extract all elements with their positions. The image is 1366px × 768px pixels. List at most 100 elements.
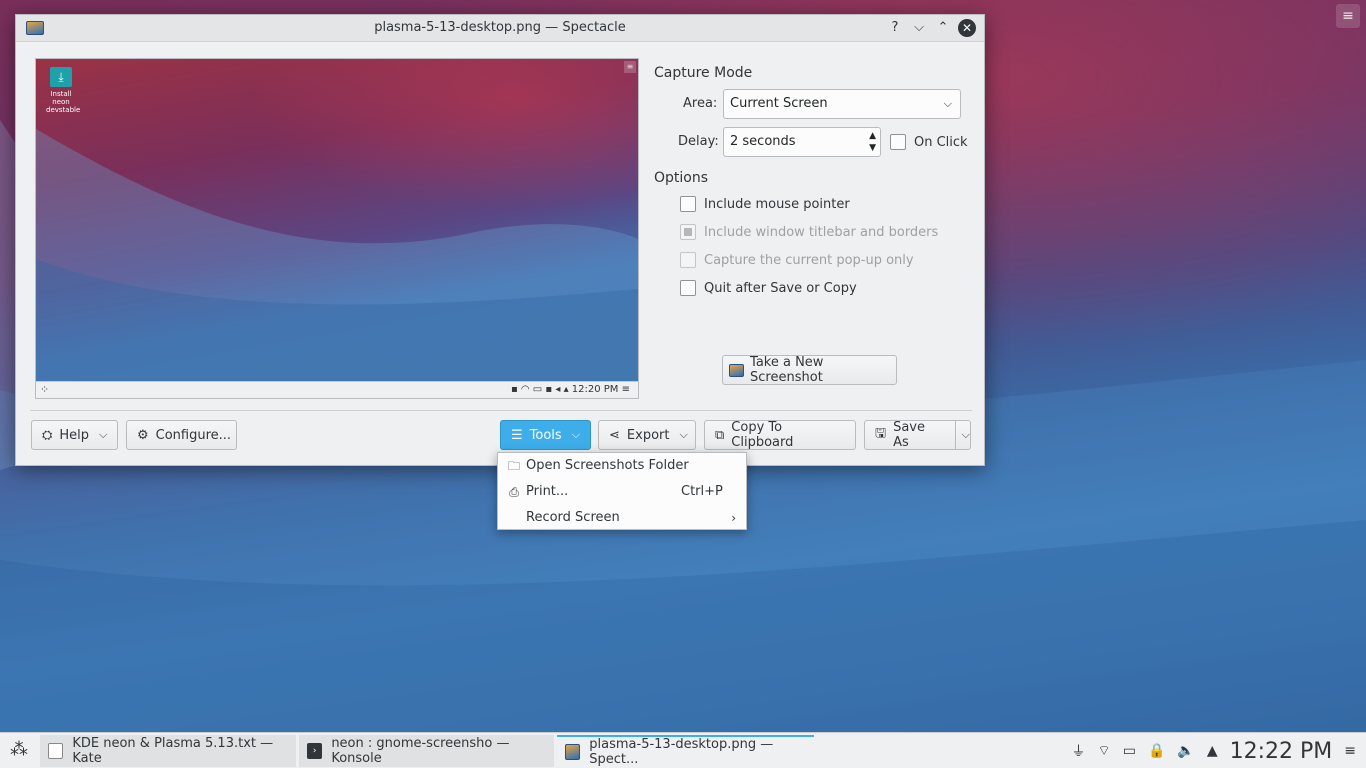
lock-icon[interactable]: 🔒 [1148, 743, 1165, 759]
take-screenshot-button[interactable]: Take a New Screenshot [722, 355, 897, 385]
folder-icon: 🗀 [507, 459, 520, 473]
menu-item-record-screen[interactable]: Record Screen › [498, 505, 746, 531]
popup-only-label: Capture the current pop-up only [704, 252, 914, 268]
battery-icon[interactable]: ▭ [1123, 743, 1136, 759]
lifebuoy-icon: ⛭ [42, 427, 53, 443]
kate-icon [48, 743, 64, 759]
maximize-icon[interactable]: ⌃ [934, 19, 952, 37]
panel-menu-icon[interactable]: ≡ [1344, 743, 1356, 759]
chevron-down-icon[interactable]: ⌵ [572, 428, 580, 442]
preview-desktop: ⤓ Install neon devstable ≡ [36, 59, 638, 381]
popup-only-checkbox [680, 252, 696, 268]
area-label: Area: [683, 96, 718, 111]
delay-spinbox[interactable]: 2 seconds ▲ ▼ [723, 127, 881, 157]
area-select-value: Current Screen [730, 96, 828, 111]
desktop-toolbox-icon[interactable]: ≡ [1336, 4, 1360, 28]
quit-after-save-checkbox[interactable] [680, 280, 696, 296]
export-label: Export [626, 427, 670, 443]
chevron-down-icon[interactable]: ⌵ [99, 428, 107, 442]
preview-launcher-icon: ⁘ [40, 383, 50, 396]
screenshot-preview[interactable]: ⤓ Install neon devstable ≡ ⁘ ▪ ◠ ▭ ▪ ◂ ▴… [35, 58, 639, 399]
taskbar: ⁂ KDE neon & Plasma 5.13.txt — Kate › ne… [0, 732, 1366, 768]
menu-item-open-folder[interactable]: 🗀 Open Screenshots Folder [498, 453, 746, 479]
mouse-pointer-checkbox[interactable] [680, 196, 696, 212]
take-screenshot-label: Take a New Screenshot [750, 355, 824, 385]
delay-value: 2 seconds [730, 134, 796, 149]
tools-menu: 🗀 Open Screenshots Folder ⎙ Print... Ctr… [497, 452, 747, 530]
area-select[interactable]: Current Screen ⌵ [723, 89, 961, 119]
copy-to-clipboard-button[interactable]: ⧉ Copy To Clipboard [704, 420, 856, 450]
on-click-option[interactable]: On Click [890, 134, 968, 150]
spectacle-icon [729, 363, 745, 377]
configure-label: Configure... [155, 427, 232, 443]
tools-button[interactable]: ☰ Tools ⌵ [500, 420, 591, 450]
on-click-checkbox[interactable] [890, 134, 906, 150]
spectacle-window: plasma-5-13-desktop.png — Spectacle ? ⌵ … [15, 14, 985, 466]
printer-icon: ⎙ [509, 485, 519, 499]
task-label: KDE neon & Plasma 5.13.txt — Kate [72, 736, 274, 766]
chevron-down-icon[interactable]: ⌵ [679, 428, 687, 442]
preview-panel: ⁘ ▪ ◠ ▭ ▪ ◂ ▴ 12:20 PM ≡ [36, 381, 638, 398]
export-button[interactable]: ⋖ Export ⌵ [598, 420, 696, 450]
titlebar-borders-checkbox [680, 224, 696, 240]
preview-desktop-icon: ⤓ Install neon devstable [46, 67, 80, 114]
task-konsole[interactable]: › neon : gnome-screensho — Konsole [299, 735, 554, 767]
menu-item-shortcut: Ctrl+P [681, 484, 723, 499]
volume-icon[interactable]: 🔈 [1177, 743, 1194, 759]
system-tray: ⏚ ⌔ ▭ 🔒 🔈 ▲ 12:22 PM ≡ [1072, 733, 1356, 768]
preview-icon-label: Install neon devstable [46, 90, 81, 114]
preview-tray: ▪ ◠ ▭ ▪ ◂ ▴ 12:20 PM ≡ [510, 384, 630, 395]
expand-tray-icon[interactable]: ▲ [1207, 743, 1218, 759]
menu-item-label: Record Screen [526, 510, 620, 525]
konsole-icon: › [307, 743, 323, 759]
divider [30, 410, 972, 411]
menu-icon: ☰ [511, 427, 523, 443]
spin-arrows-icon[interactable]: ▲ ▼ [869, 130, 876, 154]
option-popup-only: Capture the current pop-up only [680, 252, 914, 268]
wifi-icon[interactable]: ⌔ [1098, 742, 1111, 760]
save-icon: 🖫 [875, 426, 887, 441]
chevron-down-icon[interactable]: ⌵ [954, 421, 970, 449]
preview-clock: 12:20 PM [571, 384, 619, 395]
window-title: plasma-5-13-desktop.png — Spectacle [374, 20, 626, 35]
save-as-label: Save As [893, 420, 925, 450]
option-titlebar-borders: Include window titlebar and borders [680, 224, 938, 240]
mouse-pointer-label: Include mouse pointer [704, 196, 850, 212]
on-click-label: On Click [914, 134, 968, 150]
delay-label: Delay: [678, 134, 719, 149]
chevron-right-icon: › [731, 511, 736, 525]
close-icon[interactable]: ✕ [958, 19, 976, 37]
task-spectacle[interactable]: plasma-5-13-desktop.png — Spect... [557, 735, 814, 767]
menu-item-print[interactable]: ⎙ Print... Ctrl+P [498, 479, 746, 505]
task-label: neon : gnome-screensho — Konsole [331, 736, 510, 766]
configure-button[interactable]: ⚙ Configure... [126, 420, 237, 450]
preview-toolbox-icon: ≡ [624, 61, 636, 73]
application-launcher-icon[interactable]: ⁂ [6, 739, 32, 763]
minimize-icon[interactable]: ⌵ [910, 19, 928, 37]
share-icon: ⋖ [609, 427, 620, 443]
clock[interactable]: 12:22 PM [1230, 739, 1333, 764]
copy-label: Copy To Clipboard [731, 420, 794, 450]
help-icon[interactable]: ? [886, 19, 904, 37]
tools-label: Tools [529, 427, 562, 443]
menu-item-label: Open Screenshots Folder [526, 458, 689, 473]
options-heading: Options [654, 170, 709, 186]
help-label: Help [59, 427, 90, 443]
help-button[interactable]: ⛭ Help ⌵ [31, 420, 118, 450]
option-quit-after-save[interactable]: Quit after Save or Copy [680, 280, 857, 296]
configure-icon: ⚙ [137, 427, 149, 443]
capture-mode-heading: Capture Mode [654, 65, 753, 81]
chevron-down-icon: ⌵ [943, 97, 952, 110]
usb-icon[interactable]: ⏚ [1072, 741, 1086, 761]
menu-item-label: Print... [526, 484, 569, 499]
titlebar-borders-label: Include window titlebar and borders [704, 224, 939, 240]
task-label: plasma-5-13-desktop.png — Spect... [589, 737, 774, 767]
titlebar: plasma-5-13-desktop.png — Spectacle ? ⌵ … [16, 15, 984, 42]
spectacle-icon [565, 744, 581, 760]
quit-after-save-label: Quit after Save or Copy [704, 280, 857, 296]
download-icon: ⤓ [50, 67, 72, 87]
save-as-button[interactable]: 🖫 Save As ⌵ [864, 420, 971, 450]
clipboard-icon: ⧉ [715, 427, 725, 443]
task-kate[interactable]: KDE neon & Plasma 5.13.txt — Kate [40, 735, 296, 767]
option-mouse-pointer[interactable]: Include mouse pointer [680, 196, 850, 212]
